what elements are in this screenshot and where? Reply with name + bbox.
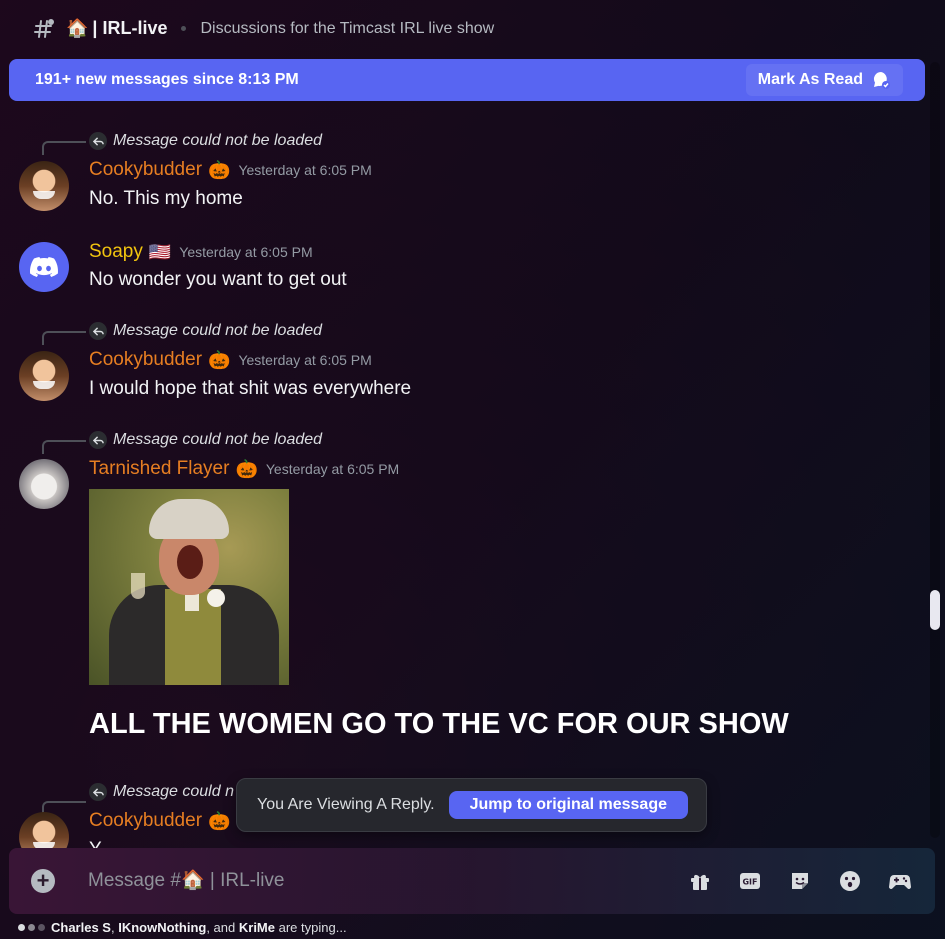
message-header: Cookybudder 🎃 Yesterday at 6:05 PM [89,159,372,181]
reply-icon [89,431,107,449]
gift-icon[interactable] [688,869,712,893]
reply-reference-text: Message could not be loaded [113,431,323,448]
text-channel-icon [34,18,54,38]
reply-reference[interactable]: Message could not be loaded [89,322,322,340]
gif-figure-glass [131,573,145,599]
reply-icon [89,132,107,150]
mark-as-read-button[interactable]: Mark As Read [745,64,903,96]
gif-figure-flower [207,589,225,607]
gif-figure-mouth [177,545,203,579]
reply-icon [89,322,107,340]
author-name[interactable]: Tarnished Flayer [89,458,229,480]
discord-logo-icon [30,257,59,277]
channel-topic[interactable]: Discussions for the Timcast IRL live sho… [200,20,494,38]
message-content: Y [89,839,102,848]
reply-reference-text: Message could n [113,783,234,800]
typing-user: KriMe [238,920,275,935]
avatar[interactable] [19,351,69,401]
message-list: Message could not be loaded Cookybudder … [0,101,925,848]
avatar[interactable] [19,242,69,292]
message-content: No. This my home [89,188,243,209]
typing-dots-icon [18,924,45,931]
plus-icon: + [36,868,50,893]
reply-reference[interactable]: Message could not be loaded [89,431,322,449]
gif-attachment[interactable] [89,489,289,685]
reply-spine [42,141,86,155]
message-header: Cookybudder 🎃 Yesterday at 6:05 PM [89,349,372,371]
gif-icon[interactable]: GIF [738,869,762,893]
typing-user: IKnowNothing [118,920,207,935]
message-header: Tarnished Flayer 🎃 Yesterday at 6:05 PM [89,458,399,480]
reply-spine [42,331,86,345]
viewing-reply-bar: You Are Viewing A Reply. Jump to origina… [236,778,707,832]
scrollbar-thumb[interactable] [930,590,940,630]
message-header: Soapy 🇺🇸 Yesterday at 6:05 PM [89,241,313,263]
message-input[interactable] [88,868,648,894]
new-messages-banner[interactable]: 191+ new messages since 8:13 PM Mark As … [9,59,925,101]
channel-emoji: 🏠 [66,18,89,38]
jump-to-original-button[interactable]: Jump to original message [448,791,688,819]
add-attachment-button[interactable]: + [31,869,55,893]
role-icon: 🇺🇸 [148,241,172,262]
channel-name: | IRL-live [92,18,168,38]
viewing-reply-text: You Are Viewing A Reply. [257,796,435,813]
mark-read-icon [874,72,890,89]
timestamp[interactable]: Yesterday at 6:05 PM [238,352,371,368]
gif-figure-hair [149,499,229,539]
role-icon: 🎃 [235,458,258,479]
message-content: No wonder you want to get out [89,269,347,290]
role-icon: 🎃 [208,349,231,370]
reply-reference[interactable]: Message could not be loaded [89,132,322,150]
message-header: Cookybudder 🎃 [89,810,230,832]
author-name[interactable]: Cookybudder [89,349,202,371]
channel-header: 🏠 | IRL-live Discussions for the Timcast… [0,0,945,57]
timestamp[interactable]: Yesterday at 6:05 PM [266,461,399,477]
avatar[interactable] [19,459,69,509]
typing-user: Charles S [51,920,111,935]
reply-spine [42,440,86,454]
role-icon: 🎃 [208,159,231,180]
typing-indicator: Charles S, IKnowNothing, and KriMe are t… [18,920,347,935]
message-content-heading: ALL THE WOMEN GO TO THE VC FOR OUR SHOW [89,708,789,740]
author-name[interactable]: Cookybudder [89,810,202,832]
svg-text:GIF: GIF [742,878,757,887]
mark-as-read-label: Mark As Read [757,71,863,88]
sticker-icon[interactable] [788,869,812,893]
timestamp[interactable]: Yesterday at 6:05 PM [238,162,371,178]
message-content: I would hope that shit was everywhere [89,378,412,399]
reply-icon [89,783,107,801]
timestamp[interactable]: Yesterday at 6:05 PM [179,244,312,260]
message-composer: + GIF [9,848,935,914]
header-divider [181,26,187,31]
author-name[interactable]: Soapy [89,241,143,263]
avatar[interactable] [19,812,69,848]
reply-reference-text: Message could not be loaded [113,322,323,339]
activities-icon[interactable] [888,869,912,893]
scrollbar-track[interactable] [930,62,940,838]
reply-reference-text: Message could not be loaded [113,132,323,149]
author-name[interactable]: Cookybudder [89,159,202,181]
typing-text: Charles S, IKnowNothing, and KriMe are t… [51,920,347,935]
role-icon: 🎃 [208,810,231,831]
avatar[interactable] [19,161,69,211]
new-messages-text[interactable]: 191+ new messages since 8:13 PM [35,71,299,89]
emoji-icon[interactable] [838,869,862,893]
reply-reference[interactable]: Message could n [89,783,234,801]
